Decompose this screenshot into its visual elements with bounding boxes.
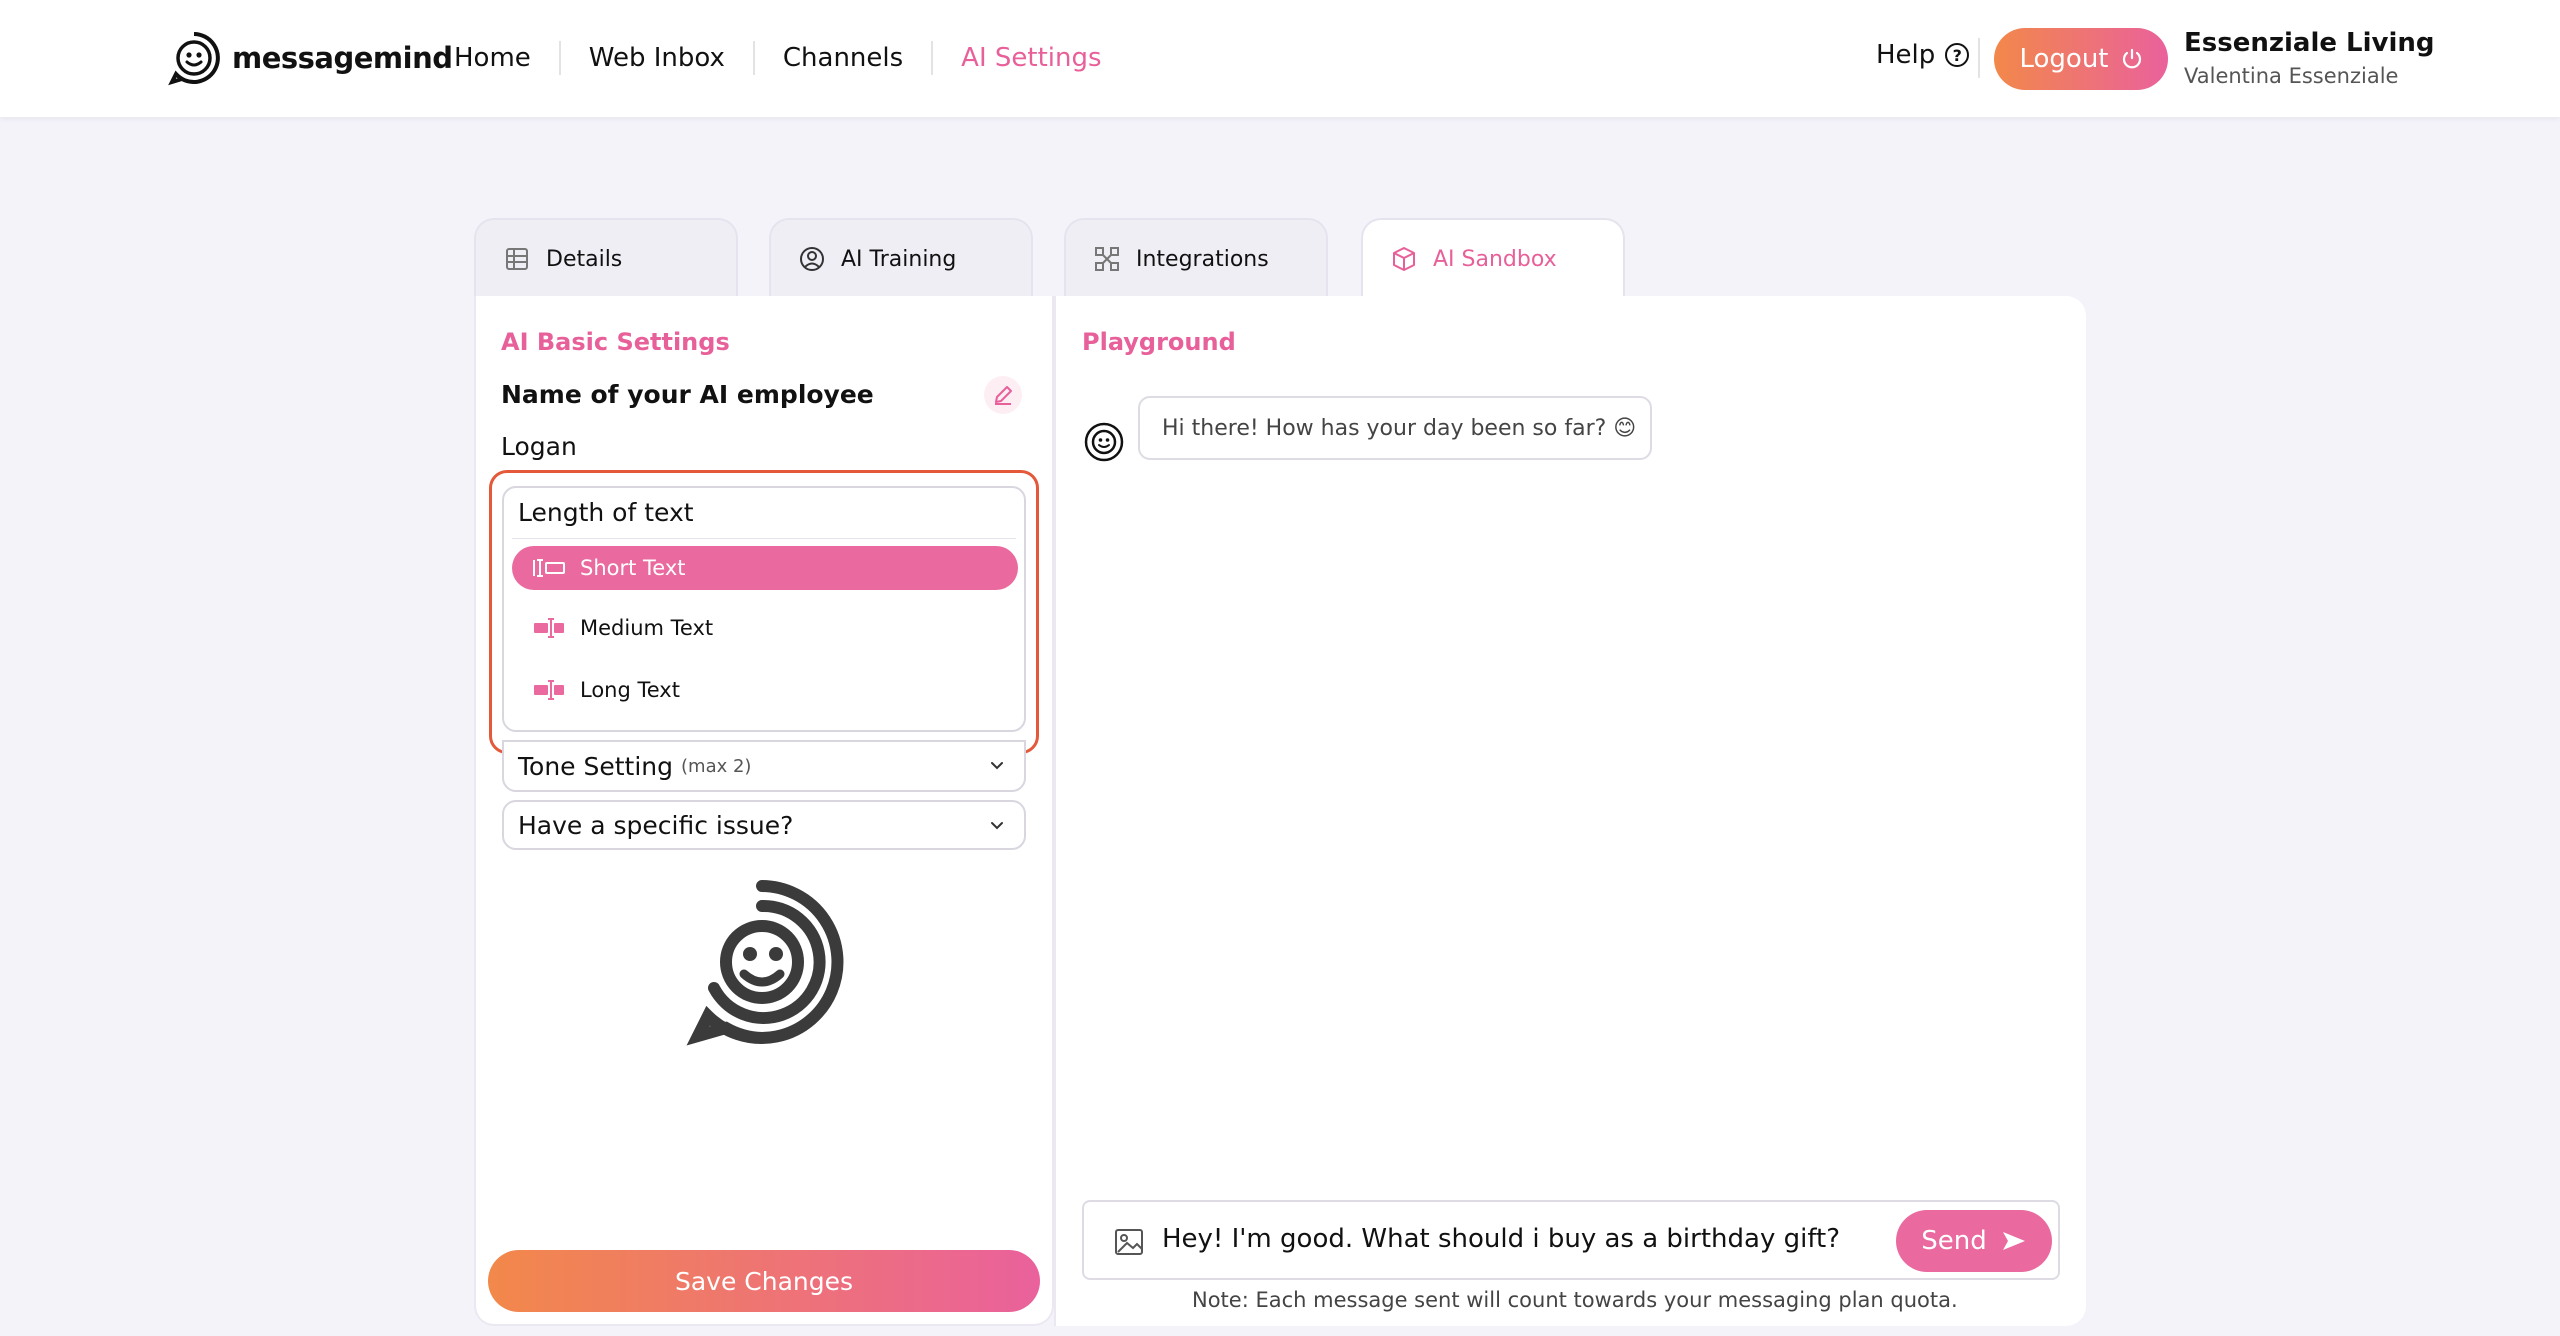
main-nav: Home Web Inbox Channels AI Settings bbox=[454, 38, 1130, 78]
long-text-icon bbox=[534, 680, 564, 700]
ai-name-label: Name of your AI employee bbox=[501, 380, 874, 409]
pencil-icon bbox=[995, 386, 1012, 405]
length-dropdown-title: Length of text bbox=[518, 498, 694, 527]
message-input[interactable]: Hey! I'm good. What should i buy as a bi… bbox=[1082, 1200, 2060, 1280]
ai-name-value: Logan bbox=[501, 432, 577, 461]
tab-label: AI Sandbox bbox=[1433, 246, 1557, 272]
settings-section-title: AI Basic Settings bbox=[501, 328, 730, 356]
user-company: Essenziale Living bbox=[2184, 28, 2435, 58]
brand-logo[interactable]: messagemind bbox=[166, 30, 453, 86]
bot-message-bubble: Hi there! How has your day been so far? … bbox=[1138, 396, 1652, 460]
messagemind-logo-icon bbox=[168, 32, 220, 86]
send-button[interactable]: Send bbox=[1896, 1210, 2052, 1272]
specific-issue-label: Have a specific issue? bbox=[518, 810, 794, 840]
option-medium-text[interactable]: Medium Text bbox=[512, 606, 1018, 650]
option-short-text[interactable]: Short Text bbox=[512, 546, 1018, 590]
help-link[interactable]: Help ? bbox=[1876, 40, 1970, 70]
user-circle-icon bbox=[800, 247, 824, 271]
integrations-icon bbox=[1095, 247, 1119, 271]
logout-button[interactable]: Logout bbox=[1994, 28, 2168, 90]
option-label: Long Text bbox=[580, 678, 680, 702]
chevron-down-icon bbox=[991, 762, 1003, 770]
nav-item-web-inbox[interactable]: Web Inbox bbox=[558, 41, 753, 75]
dropdown-divider bbox=[512, 538, 1016, 539]
tab-label: Integrations bbox=[1136, 246, 1269, 272]
power-icon bbox=[2122, 48, 2141, 69]
tone-setting-hint: (max 2) bbox=[681, 755, 752, 777]
length-dropdown[interactable]: Length of text Short Text Medium Text Lo… bbox=[502, 486, 1026, 732]
brand-name: messagemind bbox=[232, 41, 453, 75]
question-icon: ? bbox=[1945, 43, 1970, 67]
messagemind-mascot-icon bbox=[686, 880, 844, 1046]
tab-integrations[interactable]: Integrations bbox=[1064, 218, 1328, 298]
user-info: Essenziale Living Valentina Essenziale bbox=[2184, 28, 2435, 88]
option-label: Short Text bbox=[580, 556, 686, 580]
tone-setting-select[interactable]: Tone Setting (max 2) bbox=[502, 740, 1026, 792]
save-changes-button[interactable]: Save Changes bbox=[488, 1250, 1040, 1312]
send-arrow-icon bbox=[2002, 1232, 2025, 1250]
header-divider bbox=[1978, 38, 1980, 78]
tab-label: Details bbox=[546, 246, 623, 272]
nav-item-ai-settings[interactable]: AI Settings bbox=[931, 41, 1129, 75]
help-label: Help bbox=[1876, 40, 1936, 70]
nav-item-channels[interactable]: Channels bbox=[752, 41, 931, 75]
bot-avatar-icon bbox=[1084, 422, 1124, 462]
medium-text-icon bbox=[534, 618, 564, 638]
tone-setting-label: Tone Setting bbox=[518, 751, 674, 781]
logout-label: Logout bbox=[2019, 44, 2109, 74]
nav-item-home[interactable]: Home bbox=[454, 41, 559, 75]
user-name: Valentina Essenziale bbox=[2184, 64, 2399, 88]
top-header: messagemind Home Web Inbox Channels AI S… bbox=[0, 0, 2560, 117]
tab-label: AI Training bbox=[841, 246, 957, 272]
cube-icon bbox=[1393, 247, 1415, 271]
specific-issue-select[interactable]: Have a specific issue? bbox=[502, 800, 1026, 850]
tab-ai-training[interactable]: AI Training bbox=[769, 218, 1033, 298]
tab-ai-sandbox[interactable]: AI Sandbox bbox=[1361, 218, 1625, 298]
send-label: Send bbox=[1921, 1226, 1987, 1256]
tab-details[interactable]: Details bbox=[474, 218, 738, 298]
option-label: Medium Text bbox=[580, 616, 714, 640]
option-long-text[interactable]: Long Text bbox=[512, 668, 1018, 712]
edit-name-button[interactable] bbox=[984, 376, 1022, 414]
quota-note: Note: Each message sent will count towar… bbox=[1192, 1288, 1958, 1312]
image-icon[interactable] bbox=[1114, 1228, 1144, 1256]
table-icon bbox=[506, 248, 528, 270]
short-text-icon bbox=[533, 559, 565, 577]
playground-title: Playground bbox=[1082, 328, 1236, 356]
message-input-value[interactable]: Hey! I'm good. What should i buy as a bi… bbox=[1162, 1224, 1840, 1254]
chevron-down-icon bbox=[991, 822, 1003, 830]
